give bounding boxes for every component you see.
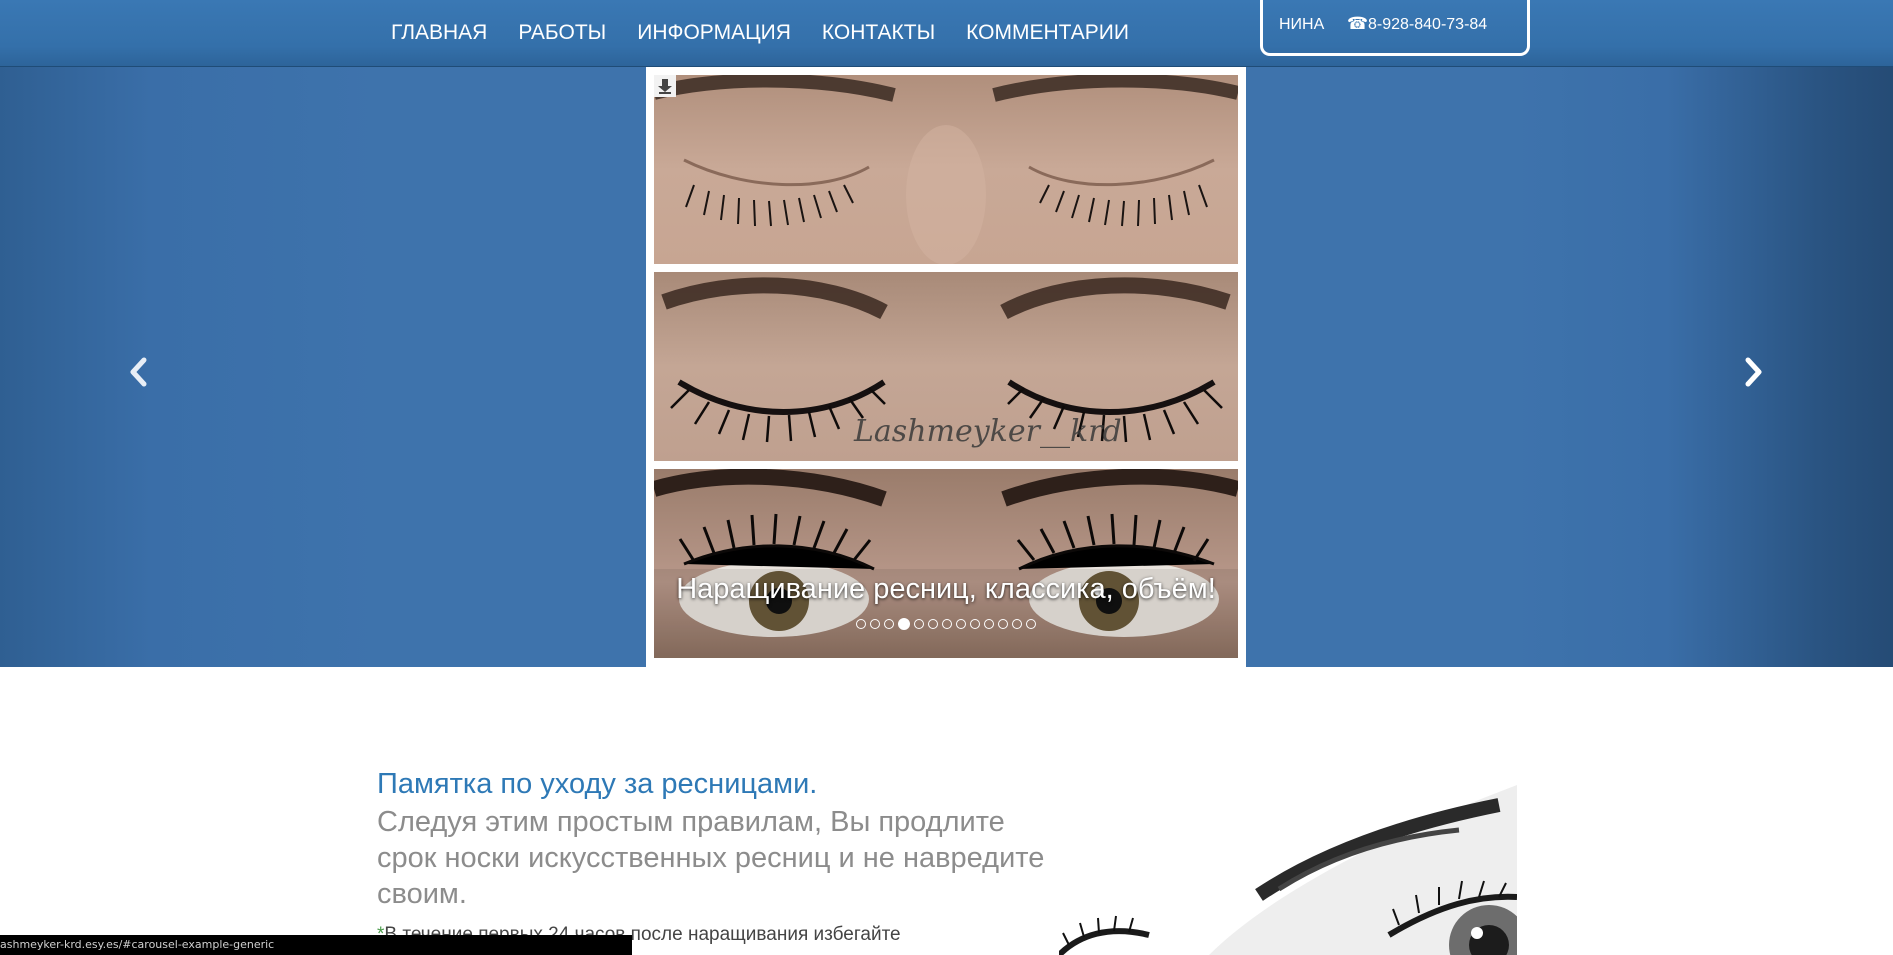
carousel-indicator[interactable] — [1026, 619, 1036, 629]
carousel-indicator[interactable] — [998, 619, 1008, 629]
nav-item-contacts[interactable]: КОНТАКТЫ — [822, 18, 935, 48]
carousel-indicator[interactable] — [898, 618, 910, 630]
chevron-right-icon — [1745, 357, 1762, 387]
slide-photo-before — [654, 75, 1238, 264]
carousel-indicator[interactable] — [970, 619, 980, 629]
phone-icon: ☎ — [1347, 14, 1369, 33]
carousel-prev-button[interactable] — [124, 352, 154, 392]
carousel-indicator[interactable] — [856, 619, 866, 629]
nav-item-comments[interactable]: КОММЕНТАРИИ — [966, 18, 1129, 48]
memo-title: Памятка по уходу за ресницами. — [377, 768, 818, 800]
carousel-indicator[interactable] — [928, 619, 938, 629]
contact-name: НИНА — [1279, 16, 1325, 33]
carousel: Lashmeyker__krd Наращивание ресниц, клас… — [0, 67, 1893, 667]
carousel-indicator[interactable] — [984, 619, 994, 629]
carousel-next-button[interactable] — [1738, 352, 1768, 392]
carousel-indicator[interactable] — [914, 619, 924, 629]
main-menu: ГЛАВНАЯ РАБОТЫ ИНФОРМАЦИЯ КОНТАКТЫ КОММЕ… — [391, 18, 1160, 48]
slide-photo-closed: Lashmeyker__krd — [654, 272, 1238, 461]
nav-item-works[interactable]: РАБОТЫ — [518, 18, 606, 48]
carousel-indicator[interactable] — [884, 619, 894, 629]
contact-box: НИНА ☎ 8-928-840-73-84 — [1260, 0, 1530, 56]
eye-illustration — [1059, 785, 1517, 955]
chevron-left-icon — [130, 357, 147, 387]
carousel-caption: Наращивание ресниц, классика, объём! — [676, 573, 1216, 605]
carousel-indicator[interactable] — [956, 619, 966, 629]
status-bar-url: ashmeyker-krd.esy.es/#carousel-example-g… — [0, 935, 632, 955]
nav-item-info[interactable]: ИНФОРМАЦИЯ — [637, 18, 791, 48]
carousel-indicators — [846, 618, 1046, 630]
download-icon[interactable] — [654, 75, 676, 97]
watermark-text: Lashmeyker__krd — [854, 414, 1122, 449]
nav-item-home[interactable]: ГЛАВНАЯ — [391, 18, 487, 48]
carousel-slide: Lashmeyker__krd Наращивание ресниц, клас… — [646, 67, 1246, 667]
carousel-indicator[interactable] — [942, 619, 952, 629]
contact-phone: 8-928-840-73-84 — [1368, 16, 1488, 33]
memo-subtitle: Следуя этим простым правилам, Вы продлит… — [377, 806, 1045, 910]
carousel-indicator[interactable] — [870, 619, 880, 629]
navbar: ГЛАВНАЯ РАБОТЫ ИНФОРМАЦИЯ КОНТАКТЫ КОММЕ… — [0, 0, 1893, 67]
carousel-indicator[interactable] — [1012, 619, 1022, 629]
